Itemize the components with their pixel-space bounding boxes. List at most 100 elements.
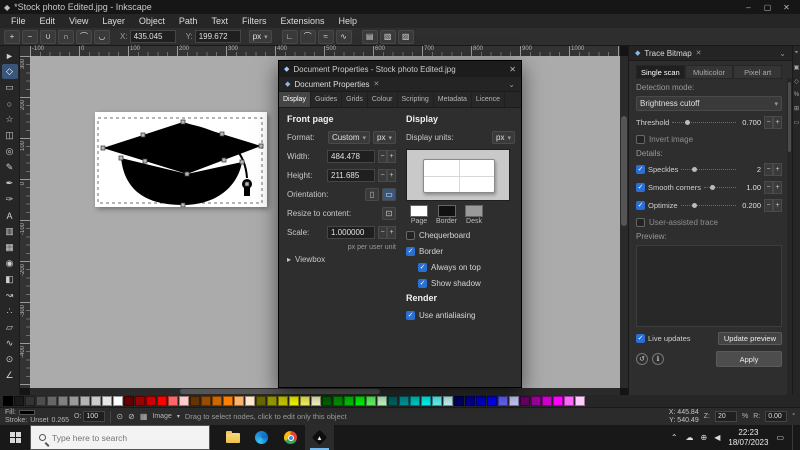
minus-icon[interactable]: − bbox=[764, 181, 773, 194]
palette-swatch[interactable] bbox=[157, 396, 167, 406]
palette-swatch[interactable] bbox=[509, 396, 519, 406]
optimize-spinner[interactable]: − + bbox=[764, 199, 782, 212]
minus-icon[interactable]: − bbox=[378, 226, 387, 239]
portrait-orientation-button[interactable]: ▯ bbox=[365, 188, 379, 201]
path-node[interactable] bbox=[245, 182, 249, 186]
palette-swatch[interactable] bbox=[190, 396, 200, 406]
tab-single-scan[interactable]: Single scan bbox=[636, 65, 685, 79]
path-node[interactable] bbox=[222, 158, 226, 162]
plus-icon[interactable]: + bbox=[387, 150, 396, 163]
mesh-tool[interactable]: ▦ bbox=[2, 240, 18, 255]
smooth-node-icon[interactable]: ⌒ bbox=[300, 30, 316, 44]
update-preview-button[interactable]: Update preview bbox=[718, 332, 782, 345]
show-handles-icon[interactable]: ▨ bbox=[398, 30, 414, 44]
palette-swatch[interactable] bbox=[520, 396, 530, 406]
palette-swatch[interactable] bbox=[531, 396, 541, 406]
invert-image-checkbox-row[interactable]: Invert image bbox=[636, 133, 782, 145]
calligraphy-tool[interactable]: ✑ bbox=[2, 192, 18, 207]
path-node[interactable] bbox=[101, 146, 105, 150]
desk-colour-swatch[interactable]: Desk bbox=[465, 205, 483, 225]
close-button[interactable]: ✕ bbox=[777, 0, 796, 14]
palette-swatch[interactable] bbox=[498, 396, 508, 406]
path-node[interactable] bbox=[143, 159, 147, 163]
palette-swatch[interactable] bbox=[575, 396, 585, 406]
page-colour-swatch[interactable]: Page bbox=[410, 205, 428, 225]
rotation-input[interactable] bbox=[765, 411, 787, 422]
always-on-top-checkbox-row[interactable]: ✓ Always on top bbox=[418, 261, 515, 273]
measure-tool[interactable]: ∠ bbox=[2, 368, 18, 383]
invert-image-checkbox[interactable] bbox=[636, 135, 645, 144]
speckles-slider[interactable] bbox=[681, 169, 736, 170]
palette-swatch[interactable] bbox=[234, 396, 244, 406]
bezier-tool[interactable]: ✒ bbox=[2, 176, 18, 191]
palette-swatch[interactable] bbox=[3, 396, 13, 406]
pencil-tool[interactable]: ✎ bbox=[2, 160, 18, 175]
palette-swatch[interactable] bbox=[223, 396, 233, 406]
snap-enable-icon[interactable]: ⌖ bbox=[795, 50, 798, 57]
maximize-button[interactable]: ▢ bbox=[758, 0, 777, 14]
text-tool[interactable]: A bbox=[2, 208, 18, 223]
tab-metadata[interactable]: Metadata bbox=[434, 92, 472, 107]
spiral-tool[interactable]: ◎ bbox=[2, 144, 18, 159]
break-nodes-icon[interactable]: ∩ bbox=[58, 30, 74, 44]
trace-panel-close-icon[interactable]: ✕ bbox=[696, 49, 702, 57]
palette-swatch[interactable] bbox=[58, 396, 68, 406]
layer-caret-icon[interactable]: ▾ bbox=[177, 413, 180, 420]
palette-swatch[interactable] bbox=[333, 396, 343, 406]
speckles-spinner[interactable]: − + bbox=[764, 163, 782, 176]
palette-swatch[interactable] bbox=[465, 396, 475, 406]
bucket-tool[interactable]: ◧ bbox=[2, 272, 18, 287]
palette-swatch[interactable] bbox=[168, 396, 178, 406]
palette-swatch[interactable] bbox=[355, 396, 365, 406]
help-button[interactable]: ℹ bbox=[652, 353, 664, 365]
eraser-tool[interactable]: ▱ bbox=[2, 320, 18, 335]
snap-nodes-icon[interactable]: ◇ bbox=[794, 78, 799, 85]
current-layer-name[interactable]: Image bbox=[152, 413, 171, 420]
panel-tab-close-icon[interactable]: ✕ bbox=[374, 80, 380, 88]
corner-node-icon[interactable]: ∟ bbox=[282, 30, 298, 44]
height-spinner[interactable]: − + bbox=[378, 169, 396, 182]
show-shadow-checkbox-row[interactable]: ✓ Show shadow bbox=[418, 277, 515, 289]
auto-node-icon[interactable]: ∿ bbox=[336, 30, 352, 44]
tab-display[interactable]: Display bbox=[279, 92, 311, 107]
viewbox-expander[interactable]: ▸ Viewbox bbox=[287, 255, 396, 264]
delete-node-icon[interactable]: − bbox=[22, 30, 38, 44]
volume-icon[interactable]: ◀ bbox=[714, 433, 720, 442]
symmetric-node-icon[interactable]: ≈ bbox=[318, 30, 334, 44]
spray-tool[interactable]: ∴ bbox=[2, 304, 18, 319]
path-node[interactable] bbox=[259, 144, 263, 148]
selector-tool[interactable]: ► bbox=[2, 48, 18, 63]
search-input[interactable] bbox=[52, 433, 192, 443]
menu-path[interactable]: Path bbox=[172, 14, 205, 28]
smooth-corners-checkbox[interactable]: ✓ bbox=[636, 183, 645, 192]
palette-swatch[interactable] bbox=[113, 396, 123, 406]
display-units-dropdown[interactable]: px ▾ bbox=[492, 131, 515, 144]
menu-filters[interactable]: Filters bbox=[235, 14, 274, 28]
resize-to-content-button[interactable]: ⊡ bbox=[382, 207, 396, 220]
palette-swatch[interactable] bbox=[553, 396, 563, 406]
stroke-to-path-icon[interactable]: ▧ bbox=[380, 30, 396, 44]
notification-center-icon[interactable]: ▭ bbox=[776, 433, 784, 442]
palette-swatch[interactable] bbox=[135, 396, 145, 406]
minus-icon[interactable]: − bbox=[764, 116, 773, 129]
palette-swatch[interactable] bbox=[289, 396, 299, 406]
palette-swatch[interactable] bbox=[267, 396, 277, 406]
smooth-corners-spinner[interactable]: − + bbox=[764, 181, 782, 194]
plus-icon[interactable]: + bbox=[387, 226, 396, 239]
threshold-spinner[interactable]: − + bbox=[764, 116, 782, 129]
canvas-horizontal-scrollbar[interactable] bbox=[30, 388, 620, 395]
apply-button[interactable]: Apply bbox=[716, 351, 782, 367]
plus-icon[interactable]: + bbox=[387, 169, 396, 182]
palette-swatch[interactable] bbox=[421, 396, 431, 406]
document-page[interactable] bbox=[95, 112, 267, 207]
palette-swatch[interactable] bbox=[124, 396, 134, 406]
palette-swatch[interactable] bbox=[179, 396, 189, 406]
join-nodes-icon[interactable]: ∪ bbox=[40, 30, 56, 44]
ruler-vertical[interactable]: 3002001000-100-200-300-400 bbox=[20, 56, 30, 388]
palette-swatch[interactable] bbox=[91, 396, 101, 406]
path-node[interactable] bbox=[240, 160, 244, 164]
path-node[interactable] bbox=[185, 172, 189, 176]
palette-swatch[interactable] bbox=[564, 396, 574, 406]
menu-object[interactable]: Object bbox=[132, 14, 172, 28]
antialias-checkbox[interactable]: ✓ bbox=[406, 311, 415, 320]
